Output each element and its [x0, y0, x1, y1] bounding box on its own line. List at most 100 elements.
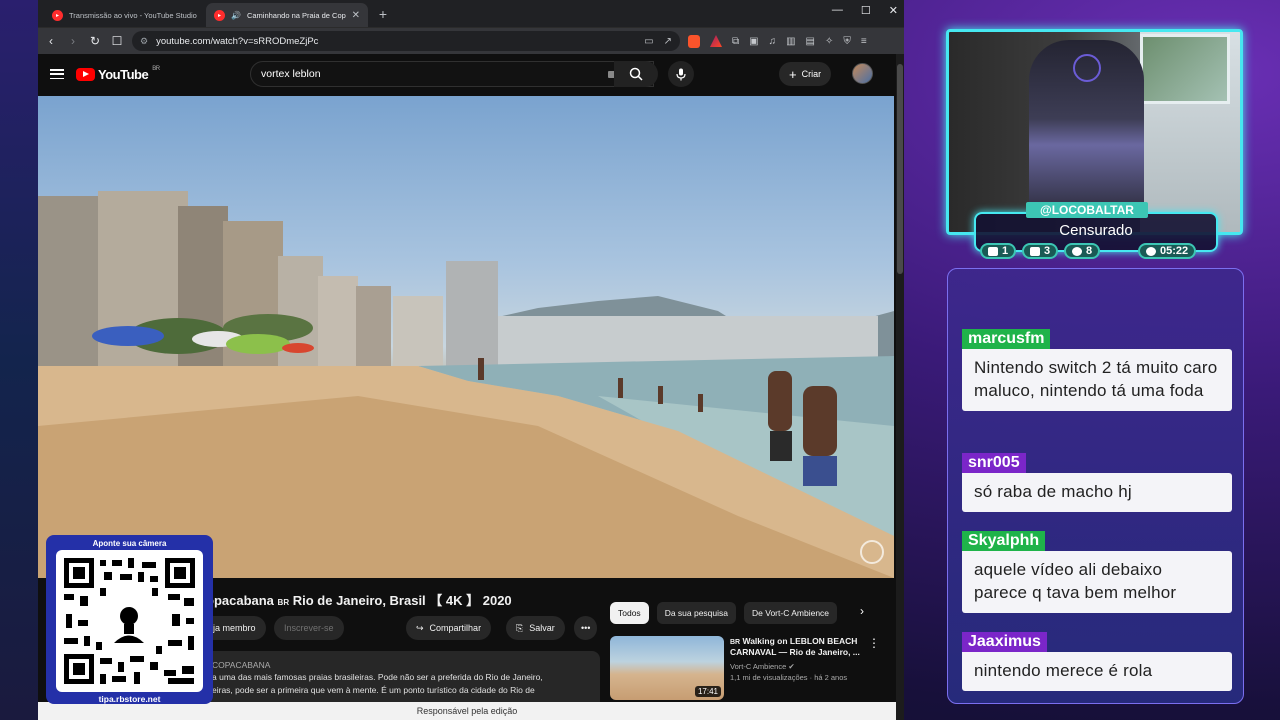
join-label: eja membro: [208, 623, 256, 633]
minimize-icon[interactable]: —: [832, 4, 843, 17]
page-scrollbar[interactable]: [896, 54, 904, 720]
extensions-icon[interactable]: ⧉: [732, 36, 739, 47]
more-actions-button[interactable]: •••: [574, 616, 598, 640]
chat-message: marcusfm Nintendo switch 2 tá muito caro…: [962, 329, 1232, 411]
hamburger-menu-icon[interactable]: [50, 69, 64, 79]
verified-icon: ✔: [788, 661, 795, 671]
create-button[interactable]: + Criar: [779, 62, 832, 86]
recommendation-thumbnail[interactable]: 17:41: [610, 636, 724, 700]
youtube-play-icon: [76, 67, 95, 81]
tab-copacabana[interactable]: ▸ 🔊 Caminhando na Praia de Copacabana ✕: [206, 3, 368, 27]
related-filter-chips: Todos Da sua pesquisa De Vort-C Ambience: [610, 602, 838, 624]
chat-username: snr005: [962, 453, 1026, 473]
voice-search-button[interactable]: [668, 61, 694, 87]
recommendation-channel[interactable]: Vort-C Ambience ✔: [730, 662, 862, 672]
extensions-bar: ⧉ ▣ ♫ ▥ ▤ ✧ ⛨ ≡: [688, 34, 867, 48]
recommendation-title[interactable]: BR Walking on LEBLON BEACH CARNAVAL — Ri…: [730, 636, 862, 659]
share-button[interactable]: ↪ Compartilhar: [406, 616, 492, 640]
chip-todos[interactable]: Todos: [610, 602, 649, 624]
recommendation-item[interactable]: 17:41 BR Walking on LEBLON BEACH CARNAVA…: [610, 636, 880, 702]
share-icon[interactable]: ↗: [664, 36, 672, 47]
bookmark-icon: ⎘: [516, 622, 524, 633]
webcam-window: [1140, 34, 1230, 104]
brave-rewards-icon[interactable]: [710, 35, 722, 47]
streamer-handle: @LOCOBALTAR: [1026, 202, 1148, 218]
youtube-logo[interactable]: YouTube BR: [76, 66, 160, 82]
bookmark-icon[interactable]: ☐: [110, 34, 124, 48]
tab-youtube-studio[interactable]: ▸ Transmissão ao vivo - YouTube Studio: [44, 3, 206, 27]
chip-from-search[interactable]: Da sua pesquisa: [656, 602, 737, 624]
stream-timer: 05:22: [1138, 243, 1197, 259]
recommendation-info: BR Walking on LEBLON BEACH CARNAVAL — Ri…: [730, 636, 862, 702]
leo-icon[interactable]: ✧: [825, 36, 833, 47]
chat-username: Jaaximus: [962, 632, 1047, 652]
clock-icon: [1146, 246, 1156, 256]
kick-icon: [1072, 246, 1082, 256]
back-icon[interactable]: ‹: [44, 34, 58, 48]
subscribe-label: Inscrever-se: [284, 623, 334, 633]
new-tab-button[interactable]: +: [372, 3, 394, 25]
youtube-count: 3: [1044, 245, 1051, 257]
description-line: eiras, pode ser a primeira que vem à men…: [212, 684, 535, 695]
youtube-studio-icon: ▸: [52, 9, 63, 21]
plus-icon: +: [789, 66, 797, 82]
search-value: vortex leblon: [261, 68, 321, 80]
site-info-icon[interactable]: ⚙: [140, 36, 148, 47]
rec-flag: BR: [730, 639, 741, 646]
reload-icon[interactable]: ↻: [88, 34, 102, 48]
chat-message: snr005 só raba de macho hj: [962, 453, 1232, 512]
tab-title: Caminhando na Praia de Copacabana: [246, 10, 346, 20]
rec-title-text: Walking on LEBLON BEACH CARNAVAL — Rio d…: [730, 636, 860, 658]
youtube-logo-text: YouTube: [98, 66, 149, 82]
youtube-header: YouTube BR vortex leblon ✕ + Criar: [38, 54, 904, 94]
save-label: Salvar: [529, 623, 555, 633]
subscribe-button[interactable]: Inscrever-se: [274, 616, 344, 640]
qr-heading: Aponte sua câmera: [92, 539, 167, 548]
video-player[interactable]: [38, 96, 894, 578]
search-button[interactable]: [614, 61, 658, 87]
qr-url: tipa.rbstore.net: [98, 694, 161, 704]
url-text: youtube.com/watch?v=sRRODmeZjPc: [156, 35, 319, 47]
chat-message: Jaaximus nintendo merece é rola: [962, 632, 1232, 691]
kebab-menu-icon[interactable]: ⋮: [868, 636, 880, 702]
wallet-icon[interactable]: ▤: [806, 36, 815, 47]
loading-spinner-icon: [860, 540, 884, 564]
forward-icon[interactable]: ›: [66, 34, 80, 48]
cast-icon[interactable]: ▭: [644, 36, 653, 47]
video-title: opacabana BR Rio de Janeiro, Brasil 【 4K…: [206, 590, 512, 609]
create-label: Criar: [801, 69, 822, 79]
avatar[interactable]: [852, 63, 873, 84]
save-button[interactable]: ⎘ Salvar: [506, 616, 565, 640]
chat-message: Skyalphh aquele vídeo ali debaixo parece…: [962, 531, 1232, 613]
sidebar-icon[interactable]: ▥: [786, 36, 795, 47]
timer-value: 05:22: [1160, 245, 1189, 257]
video-frame: [38, 191, 894, 578]
chat-text: só raba de macho hj: [962, 473, 1232, 512]
close-icon[interactable]: ✕: [352, 10, 360, 21]
twitch-count: 1: [1002, 245, 1009, 257]
menu-icon[interactable]: ≡: [861, 36, 867, 47]
chevron-right-icon[interactable]: ›: [860, 604, 864, 618]
browser-toolbar: ‹ › ↻ ☐ ⚙ youtube.com/watch?v=sRRODmeZjP…: [38, 28, 904, 54]
address-bar[interactable]: ⚙ youtube.com/watch?v=sRRODmeZjPc ▭ ↗: [132, 31, 680, 51]
qr-code-pattern: [64, 558, 195, 684]
description-line: a uma das mais famosas praias brasileira…: [212, 672, 543, 683]
youtube-icon: [1030, 246, 1040, 256]
screenshot-icon[interactable]: ▣: [749, 36, 758, 47]
youtube-icon: ▸: [214, 9, 225, 21]
microphone-icon: [676, 68, 686, 80]
vpn-icon[interactable]: ⛨: [843, 36, 851, 47]
search-input[interactable]: vortex leblon ✕: [250, 61, 654, 87]
chat-username: marcusfm: [962, 329, 1051, 349]
close-window-icon[interactable]: ✕: [889, 4, 898, 17]
chat-text: nintendo merece é rola: [962, 652, 1232, 691]
tab-strip: ▸ Transmissão ao vivo - YouTube Studio ▸…: [38, 0, 904, 28]
twitch-icon: [988, 246, 998, 256]
music-icon[interactable]: ♫: [769, 36, 777, 47]
chat-text: Nintendo switch 2 tá muito caro maluco, …: [962, 349, 1232, 411]
chip-from-channel[interactable]: De Vort-C Ambience: [744, 602, 838, 624]
brave-shields-icon[interactable]: [688, 34, 700, 48]
scrollbar-thumb[interactable]: [897, 64, 903, 274]
maximize-icon[interactable]: ☐: [861, 4, 871, 17]
title-prefix: opacabana: [206, 593, 274, 608]
